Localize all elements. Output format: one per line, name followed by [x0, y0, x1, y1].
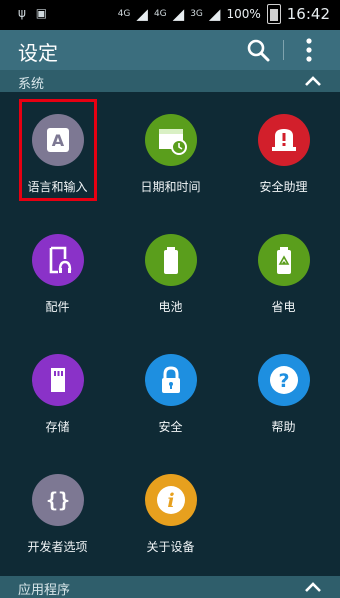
page-title: 设定 [18, 41, 58, 65]
language-icon: A [32, 114, 84, 166]
tile-label: 日期和时间 [140, 180, 201, 194]
svg-text:i: i [167, 490, 174, 512]
more-options-button[interactable] [296, 34, 322, 66]
status-bar: ψ ▣ 4G ◢ 4G ◢ 3G ◢ 100% 16:42 [0, 0, 340, 30]
tile-battery[interactable]: 电池 [114, 212, 227, 332]
tile-storage[interactable]: 存储 [1, 332, 114, 452]
tile-date-time[interactable]: 日期和时间 [114, 92, 227, 212]
storage-icon [32, 354, 84, 406]
appbar-divider [283, 40, 284, 60]
tile-label: 安全 [158, 420, 183, 434]
sd-card-icon: ▣ [35, 6, 48, 20]
clock: 16:42 [286, 5, 330, 23]
alert-icon [258, 114, 310, 166]
network-label-1: 4G [117, 8, 131, 19]
section-label: 系统 [18, 77, 45, 92]
app-bar: 设定 [0, 30, 340, 70]
usb-icon: ψ [18, 6, 26, 20]
section-label: 应用程序 [18, 583, 71, 598]
battery-percent: 100% [226, 7, 261, 21]
tile-accessories[interactable]: 配件 [1, 212, 114, 332]
svg-text:A: A [52, 131, 65, 150]
chevron-up-icon [305, 76, 321, 86]
tile-label: 语言和输入 [27, 180, 88, 194]
battery-icon [266, 4, 281, 24]
help-icon: ? [258, 354, 310, 406]
tile-about-device[interactable]: i 关于设备 [114, 452, 227, 572]
more-vertical-icon [306, 38, 312, 62]
signal-icon-3: ◢ [208, 5, 221, 23]
tile-label: 安全助理 [259, 180, 308, 194]
tile-label: 省电 [271, 300, 296, 314]
section-header-apps[interactable]: 应用程序 [0, 576, 340, 598]
section-header-system[interactable]: 系统 [0, 70, 340, 92]
network-label-2: 4G [153, 8, 167, 19]
accessory-icon [32, 234, 84, 286]
chevron-up-icon [305, 582, 321, 592]
svg-text:?: ? [278, 370, 289, 392]
tile-label: 关于设备 [146, 540, 195, 554]
info-icon: i [145, 474, 197, 526]
code-braces-icon: {} [32, 474, 84, 526]
search-button[interactable] [244, 36, 272, 64]
calendar-clock-icon [145, 114, 197, 166]
tile-language-input[interactable]: A 语言和输入 [1, 92, 114, 212]
tile-label: 存储 [45, 420, 70, 434]
power-saving-icon [258, 234, 310, 286]
lock-icon [145, 354, 197, 406]
tile-label: 配件 [45, 300, 70, 314]
tile-security[interactable]: 安全 [114, 332, 227, 452]
tile-help[interactable]: ? 帮助 [227, 332, 340, 452]
svg-text:{}: {} [46, 488, 70, 512]
tile-label: 帮助 [271, 420, 296, 434]
signal-icon-2: ◢ [172, 5, 185, 23]
tile-developer-options[interactable]: {} 开发者选项 [1, 452, 114, 572]
search-icon [247, 39, 270, 62]
tile-label: 电池 [158, 300, 183, 314]
tile-power-saving[interactable]: 省电 [227, 212, 340, 332]
tile-safety-assistance[interactable]: 安全助理 [227, 92, 340, 212]
network-label-3: 3G [190, 8, 203, 19]
tile-label: 开发者选项 [27, 540, 88, 554]
battery-setting-icon [145, 234, 197, 286]
status-icons-left: ψ ▣ [18, 6, 47, 20]
signal-icon: ◢ [136, 5, 148, 23]
status-icons-right: 4G ◢ 4G ◢ 3G ◢ 100% 16:42 [118, 4, 330, 24]
